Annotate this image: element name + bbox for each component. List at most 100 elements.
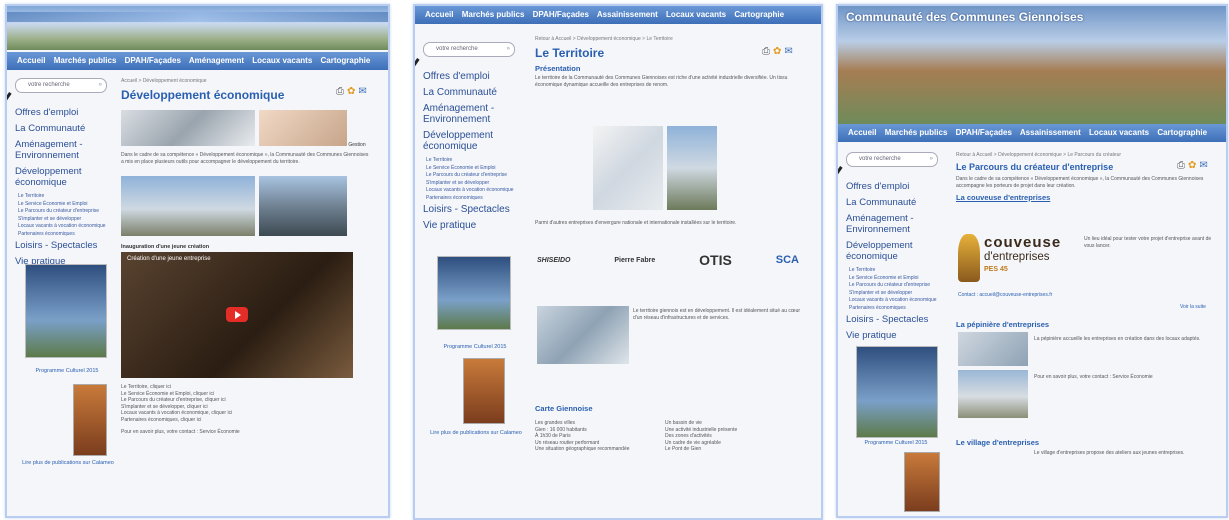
- read-more-link[interactable]: Voir la suite: [1180, 304, 1220, 311]
- submenu-vacant[interactable]: Locaux vacants à vocation économique: [426, 187, 515, 194]
- sidebar-item-economy[interactable]: Développement économique: [846, 240, 938, 262]
- programme-caption[interactable]: Programme Culturel 2015: [846, 440, 946, 446]
- magazine-cover-image[interactable]: [25, 264, 107, 358]
- submenu-vacant[interactable]: Locaux vacants à vocation économique: [18, 223, 107, 230]
- nav-public-markets[interactable]: Marchés publics: [885, 128, 948, 137]
- publications-link[interactable]: Lire plus de publications sur Calameo: [13, 460, 123, 466]
- nav-sanitation[interactable]: Assainissement: [597, 10, 658, 19]
- section-heading-couveuse: La couveuse d'entreprises: [956, 193, 1051, 202]
- video-player[interactable]: Création d'une jeune entreprise: [121, 252, 353, 378]
- search-input[interactable]: votre recherche: [846, 152, 938, 167]
- nav-public-markets[interactable]: Marchés publics: [54, 56, 117, 65]
- share-icon[interactable]: ✿: [1188, 160, 1196, 171]
- photo-showroom: [593, 126, 663, 210]
- email-icon[interactable]: ✉: [358, 86, 366, 97]
- nav-vacant-premises[interactable]: Locaux vacants: [252, 56, 312, 65]
- nav-home[interactable]: Accueil: [17, 56, 45, 65]
- print-icon[interactable]: ⎙: [336, 86, 344, 97]
- fact-item: Le Pont de Gien: [665, 446, 702, 452]
- submenu-creator[interactable]: Le Parcours du créateur d'entreprise: [849, 282, 938, 289]
- search-input[interactable]: votre recherche: [15, 78, 107, 93]
- nav-facades[interactable]: DPAH/Façades: [125, 56, 181, 65]
- screenshot-le-territoire: Accueil Marchés publics DPAH/Façades Ass…: [413, 4, 823, 520]
- sidebar-item-jobs[interactable]: Offres d'emploi: [423, 71, 515, 82]
- sidebar-item-practical[interactable]: Vie pratique: [423, 220, 515, 231]
- couveuse-logo: couveuse d'entreprises PES 45: [958, 232, 1078, 286]
- submenu-vacant[interactable]: Locaux vacants à vocation économique: [849, 297, 938, 304]
- magazine-cover-image[interactable]: [856, 346, 938, 438]
- sidebar-item-economy[interactable]: Développement économique: [423, 130, 515, 152]
- photo-facility: [667, 126, 717, 210]
- sidebar-item-leisure[interactable]: Loisirs - Spectacles: [423, 204, 515, 215]
- submenu-employment[interactable]: Le Service Économie et Emploi: [18, 201, 107, 208]
- share-icon[interactable]: ✿: [347, 86, 355, 97]
- nav-map[interactable]: Cartographie: [1157, 128, 1207, 137]
- submenu-develop[interactable]: S'implanter et se développer: [426, 180, 515, 187]
- programme-caption[interactable]: Programme Culturel 2015: [425, 344, 525, 350]
- sidebar-item-environment[interactable]: Aménagement - Environnement: [423, 103, 515, 125]
- links-list: Le Territoire, cliquer ici Le Service Éc…: [121, 384, 271, 436]
- contact-line[interactable]: Contact : accueil@couveuse-entreprises.f…: [958, 292, 1208, 299]
- submenu-territory[interactable]: Le Territoire: [849, 267, 938, 274]
- sidebar-item-environment[interactable]: Aménagement - Environnement: [15, 139, 107, 161]
- link-partners[interactable]: Partenaires économiques, cliquer ici: [121, 417, 271, 424]
- submenu-employment[interactable]: Le Service Économie et Emploi: [426, 165, 515, 172]
- sidebar-item-environment[interactable]: Aménagement - Environnement: [846, 213, 938, 235]
- submenu-creator[interactable]: Le Parcours du créateur d'entreprise: [426, 172, 515, 179]
- nav-vacant-premises[interactable]: Locaux vacants: [666, 10, 726, 19]
- nav-vacant-premises[interactable]: Locaux vacants: [1089, 128, 1149, 137]
- nav-planning[interactable]: Aménagement: [189, 56, 244, 65]
- couveuse-text: Un lieu idéal pour tester votre projet d…: [1084, 236, 1212, 249]
- sidebar-item-practical[interactable]: Vie pratique: [846, 330, 938, 341]
- sidebar-item-jobs[interactable]: Offres d'emploi: [15, 107, 107, 118]
- photo-warehouse: [121, 176, 255, 236]
- sidebar-item-community[interactable]: La Communauté: [15, 123, 107, 134]
- email-icon[interactable]: ✉: [1199, 160, 1207, 171]
- magazine-cover-image[interactable]: [437, 256, 511, 330]
- submenu-partners[interactable]: Partenaires économiques: [849, 305, 938, 312]
- submenu-partners[interactable]: Partenaires économiques: [426, 195, 515, 202]
- submenu-partners[interactable]: Partenaires économiques: [18, 231, 107, 238]
- submenu-develop[interactable]: S'implanter et se développer: [849, 290, 938, 297]
- share-icon[interactable]: ✿: [773, 46, 781, 57]
- programme-cover-image[interactable]: [73, 384, 107, 456]
- section-heading-presentation: Présentation: [535, 64, 581, 73]
- para-companies: Parmi d'autres entreprises d'envergure n…: [535, 220, 737, 226]
- nav-facades[interactable]: DPAH/Façades: [956, 128, 1012, 137]
- submenu-creator[interactable]: Le Parcours du créateur d'entreprise: [18, 208, 107, 215]
- email-icon[interactable]: ✉: [784, 46, 792, 57]
- submenu-develop[interactable]: S'implanter et se développer: [18, 216, 107, 223]
- logo-otis: OTIS: [699, 252, 732, 268]
- search-input[interactable]: votre recherche: [423, 42, 515, 57]
- sidebar-item-community[interactable]: La Communauté: [423, 87, 515, 98]
- print-icon[interactable]: ⎙: [762, 46, 770, 57]
- nav-home[interactable]: Accueil: [425, 10, 453, 19]
- sidebar-item-leisure[interactable]: Loisirs - Spectacles: [846, 314, 938, 325]
- programme-cover-image[interactable]: [463, 358, 505, 424]
- video-title: Création d'une jeune entreprise: [127, 256, 211, 262]
- nav-map[interactable]: Cartographie: [321, 56, 371, 65]
- submenu-territory[interactable]: Le Territoire: [426, 157, 515, 164]
- programme-caption[interactable]: Programme Culturel 2015: [17, 368, 117, 374]
- sidebar-item-jobs[interactable]: Offres d'emploi: [846, 181, 938, 192]
- sidebar-item-economy[interactable]: Développement économique: [15, 166, 107, 188]
- banner-title: Communauté des Communes Giennoises: [846, 10, 1084, 24]
- sidebar-item-community[interactable]: La Communauté: [846, 197, 938, 208]
- sidebar: votre recherche Offres d'emploi La Commu…: [846, 152, 938, 346]
- screenshot-parcours-createur: Communauté des Communes Giennoises Accue…: [836, 4, 1228, 518]
- submenu-territory[interactable]: Le Territoire: [18, 193, 107, 200]
- page-tools: ⎙ ✿ ✉: [759, 46, 793, 57]
- print-icon[interactable]: ⎙: [1177, 160, 1185, 171]
- sidebar-item-leisure[interactable]: Loisirs - Spectacles: [15, 240, 107, 251]
- programme-cover-image[interactable]: [904, 452, 940, 512]
- submenu-employment[interactable]: Le Service Économie et Emploi: [849, 275, 938, 282]
- nav-public-markets[interactable]: Marchés publics: [462, 10, 525, 19]
- publications-link[interactable]: Lire plus de publications sur Calameo: [421, 430, 531, 436]
- sidebar: votre recherche Offres d'emploi La Commu…: [15, 78, 107, 272]
- contact-text: Pour en savoir plus, votre contact : Ser…: [121, 429, 240, 435]
- nav-sanitation[interactable]: Assainissement: [1020, 128, 1081, 137]
- nav-home[interactable]: Accueil: [848, 128, 876, 137]
- play-icon[interactable]: [226, 307, 248, 322]
- nav-map[interactable]: Cartographie: [734, 10, 784, 19]
- nav-facades[interactable]: DPAH/Façades: [533, 10, 589, 19]
